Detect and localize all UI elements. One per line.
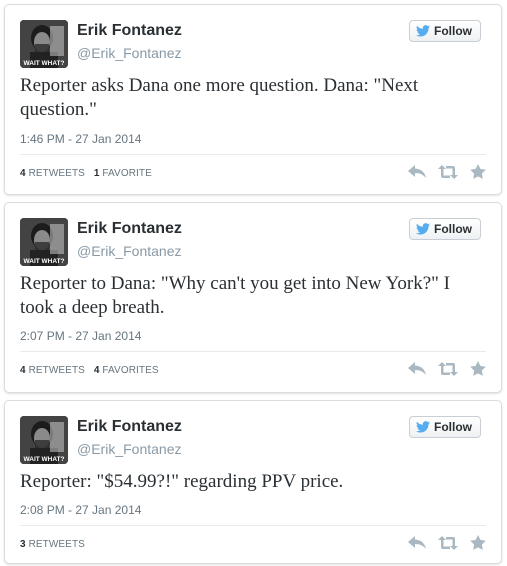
retweet-label[interactable]: RETWEETS — [29, 365, 85, 376]
favorite-label[interactable]: FAVORITES — [102, 365, 158, 376]
follow-label: Follow — [434, 222, 472, 236]
tweet-timestamp[interactable]: 2:08 PM - 27 Jan 2014 — [20, 503, 141, 517]
tweet-actions — [408, 361, 486, 376]
twitter-bird-icon — [416, 223, 430, 235]
tweet-stats: 4 RETWEETS 1 FAVORITE — [20, 168, 152, 179]
tweet-timestamp[interactable]: 2:07 PM - 27 Jan 2014 — [20, 329, 141, 343]
user-name[interactable]: Erik Fontanez — [77, 418, 182, 436]
follow-label: Follow — [434, 420, 472, 434]
retweet-count[interactable]: 3 — [20, 539, 26, 550]
retweet-label[interactable]: RETWEETS — [29, 168, 85, 179]
favorite-star-icon[interactable] — [470, 361, 486, 376]
retweet-count[interactable]: 4 — [20, 365, 26, 376]
tweet-stats: 3 RETWEETS — [20, 539, 85, 550]
favorite-label[interactable]: FAVORITE — [102, 168, 152, 179]
tweet-actions — [408, 164, 486, 179]
user-handle[interactable]: @Erik_Fontanez — [77, 45, 181, 61]
reply-icon[interactable] — [408, 361, 426, 376]
tweet-text: Reporter: "$54.99?!" regarding PPV price… — [20, 471, 344, 492]
avatar[interactable]: WAIT WHAT? — [20, 218, 68, 266]
user-handle[interactable]: @Erik_Fontanez — [77, 441, 181, 457]
divider — [20, 154, 486, 155]
divider — [20, 525, 486, 526]
tweet-text: Reporter asks Dana one more question. Da… — [20, 75, 419, 120]
tweet-stats: 4 RETWEETS 4 FAVORITES — [20, 365, 159, 376]
twitter-bird-icon — [416, 25, 430, 37]
retweet-icon[interactable] — [438, 164, 458, 179]
twitter-bird-icon — [416, 421, 430, 433]
tweet-actions — [408, 535, 486, 550]
user-name[interactable]: Erik Fontanez — [77, 220, 182, 238]
favorite-star-icon[interactable] — [470, 164, 486, 179]
tweet-card: WAIT WHAT? Erik Fontanez @Erik_Fontanez … — [4, 202, 502, 393]
svg-text:WAIT WHAT?: WAIT WHAT? — [23, 60, 64, 67]
avatar[interactable]: WAIT WHAT? — [20, 416, 68, 464]
svg-text:WAIT WHAT?: WAIT WHAT? — [23, 456, 64, 463]
retweet-icon[interactable] — [438, 361, 458, 376]
tweet-timestamp[interactable]: 1:46 PM - 27 Jan 2014 — [20, 132, 141, 146]
avatar[interactable]: WAIT WHAT? — [20, 20, 68, 68]
follow-button[interactable]: Follow — [409, 20, 481, 42]
tweet-card: WAIT WHAT? Erik Fontanez @Erik_Fontanez … — [4, 4, 502, 195]
svg-text:WAIT WHAT?: WAIT WHAT? — [23, 258, 64, 265]
favorite-star-icon[interactable] — [470, 535, 486, 550]
reply-icon[interactable] — [408, 164, 426, 179]
retweet-label[interactable]: RETWEETS — [29, 539, 85, 550]
tweet-text: Reporter to Dana: "Why can't you get int… — [20, 273, 450, 318]
favorite-count[interactable]: 1 — [94, 168, 100, 179]
follow-label: Follow — [434, 24, 472, 38]
reply-icon[interactable] — [408, 535, 426, 550]
user-name[interactable]: Erik Fontanez — [77, 22, 182, 40]
user-handle[interactable]: @Erik_Fontanez — [77, 243, 181, 259]
favorite-count[interactable]: 4 — [94, 365, 100, 376]
divider — [20, 351, 486, 352]
tweet-card: WAIT WHAT? Erik Fontanez @Erik_Fontanez … — [4, 400, 502, 564]
retweet-count[interactable]: 4 — [20, 168, 26, 179]
follow-button[interactable]: Follow — [409, 218, 481, 240]
follow-button[interactable]: Follow — [409, 416, 481, 438]
retweet-icon[interactable] — [438, 535, 458, 550]
